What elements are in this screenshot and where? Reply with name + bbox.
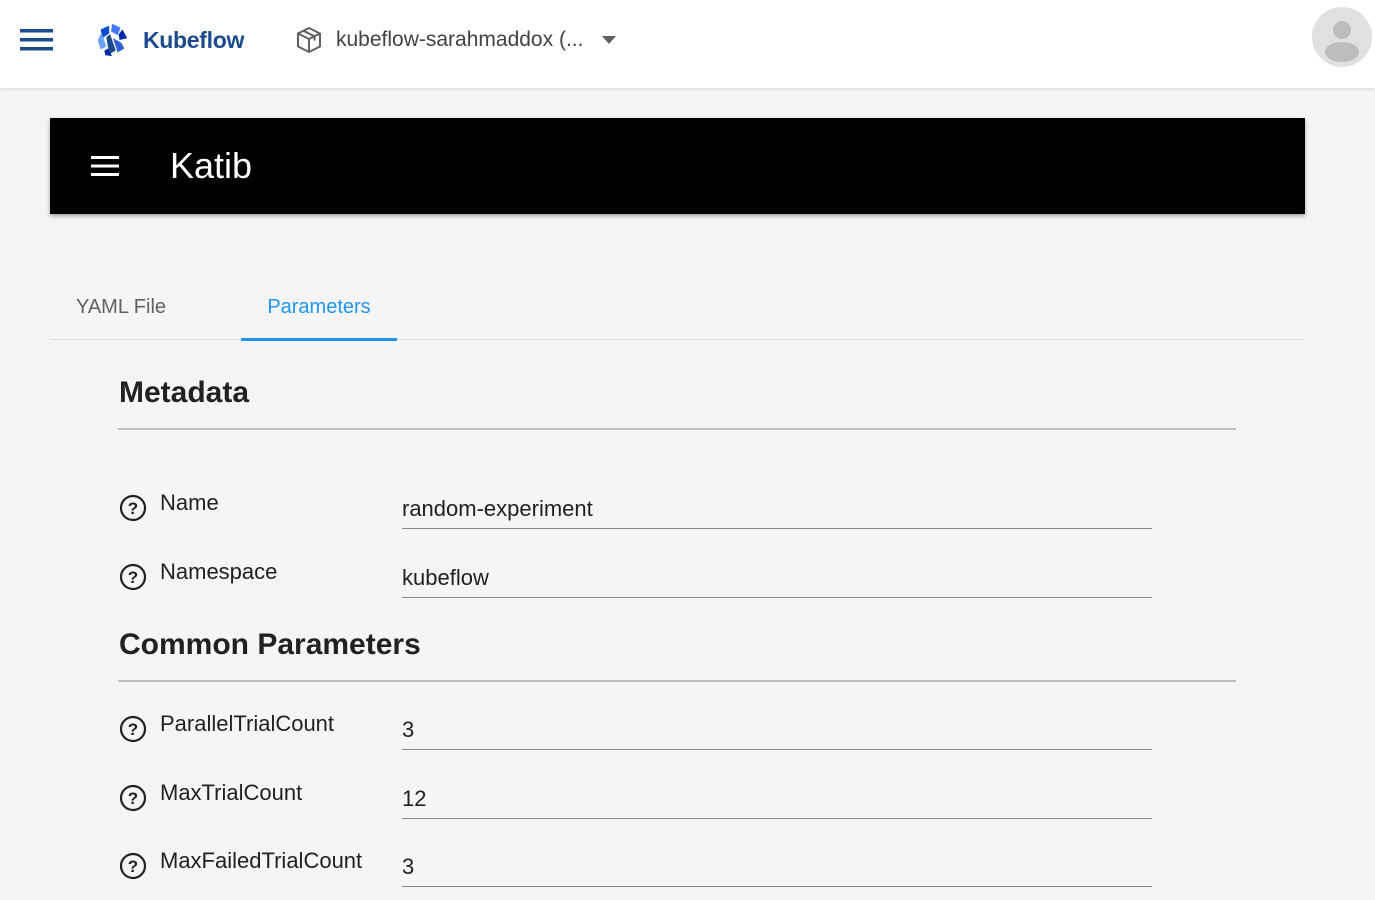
svg-text:?: ? <box>128 789 138 808</box>
field-label-namespace: Namespace <box>160 559 278 584</box>
hamburger-menu-icon <box>91 156 119 176</box>
section-title-common-parameters: Common Parameters <box>119 628 421 661</box>
field-row-max-failed-trial-count: ? MaxFailedTrialCount <box>119 842 1159 898</box>
top-app-bar: Kubeflow kubeflow-sarahmaddox (... <box>0 0 1375 88</box>
parallel-trial-count-input[interactable] <box>402 705 1152 750</box>
field-label-name: Name <box>160 490 219 515</box>
field-row-parallel-trial-count: ? ParallelTrialCount <box>119 705 1159 761</box>
name-input[interactable] <box>402 484 1152 529</box>
section-divider <box>118 680 1236 682</box>
svg-text:?: ? <box>128 499 138 518</box>
katib-menu-button[interactable] <box>88 151 122 181</box>
field-row-name: ? Name <box>119 484 1159 540</box>
field-row-max-trial-count: ? MaxTrialCount <box>119 774 1159 830</box>
kubeflow-brand[interactable]: Kubeflow <box>93 20 244 60</box>
help-icon[interactable]: ? <box>119 494 147 522</box>
tab-parameters[interactable]: Parameters <box>241 276 397 339</box>
section-divider <box>118 428 1236 430</box>
field-label-parallel-trial-count: ParallelTrialCount <box>160 711 335 736</box>
main-menu-button[interactable] <box>17 24 57 56</box>
tab-yaml-file[interactable]: YAML File <box>50 276 192 339</box>
caret-down-icon <box>602 36 617 44</box>
namespace-cube-icon <box>297 27 321 53</box>
help-icon[interactable]: ? <box>119 852 147 880</box>
hamburger-menu-icon <box>20 29 53 51</box>
field-label-max-trial-count: MaxTrialCount <box>160 780 303 805</box>
section-title-metadata: Metadata <box>119 376 250 409</box>
user-avatar-icon <box>1325 21 1359 62</box>
svg-text:?: ? <box>128 857 138 876</box>
user-avatar[interactable] <box>1312 7 1372 67</box>
page-title: Katib <box>170 145 253 186</box>
svg-text:?: ? <box>128 720 138 739</box>
help-icon[interactable]: ? <box>119 563 147 591</box>
tab-bar: YAML File Parameters <box>50 276 1305 341</box>
namespace-label: kubeflow-sarahmaddox (... <box>336 28 584 51</box>
svg-text:?: ? <box>128 568 138 587</box>
max-trial-count-input[interactable] <box>402 774 1152 819</box>
help-icon[interactable]: ? <box>119 715 147 743</box>
active-tab-indicator <box>241 338 397 341</box>
field-row-namespace: ? Namespace <box>119 553 1159 609</box>
namespace-selector[interactable]: kubeflow-sarahmaddox (... <box>295 22 617 58</box>
max-failed-trial-count-input[interactable] <box>402 842 1152 887</box>
brand-name: Kubeflow <box>143 26 245 53</box>
field-label-max-failed-trial-count: MaxFailedTrialCount <box>160 848 363 873</box>
namespace-input[interactable] <box>402 553 1152 598</box>
kubeflow-logo-icon <box>97 23 128 57</box>
help-icon[interactable]: ? <box>119 784 147 812</box>
katib-header: Katib <box>50 118 1305 214</box>
